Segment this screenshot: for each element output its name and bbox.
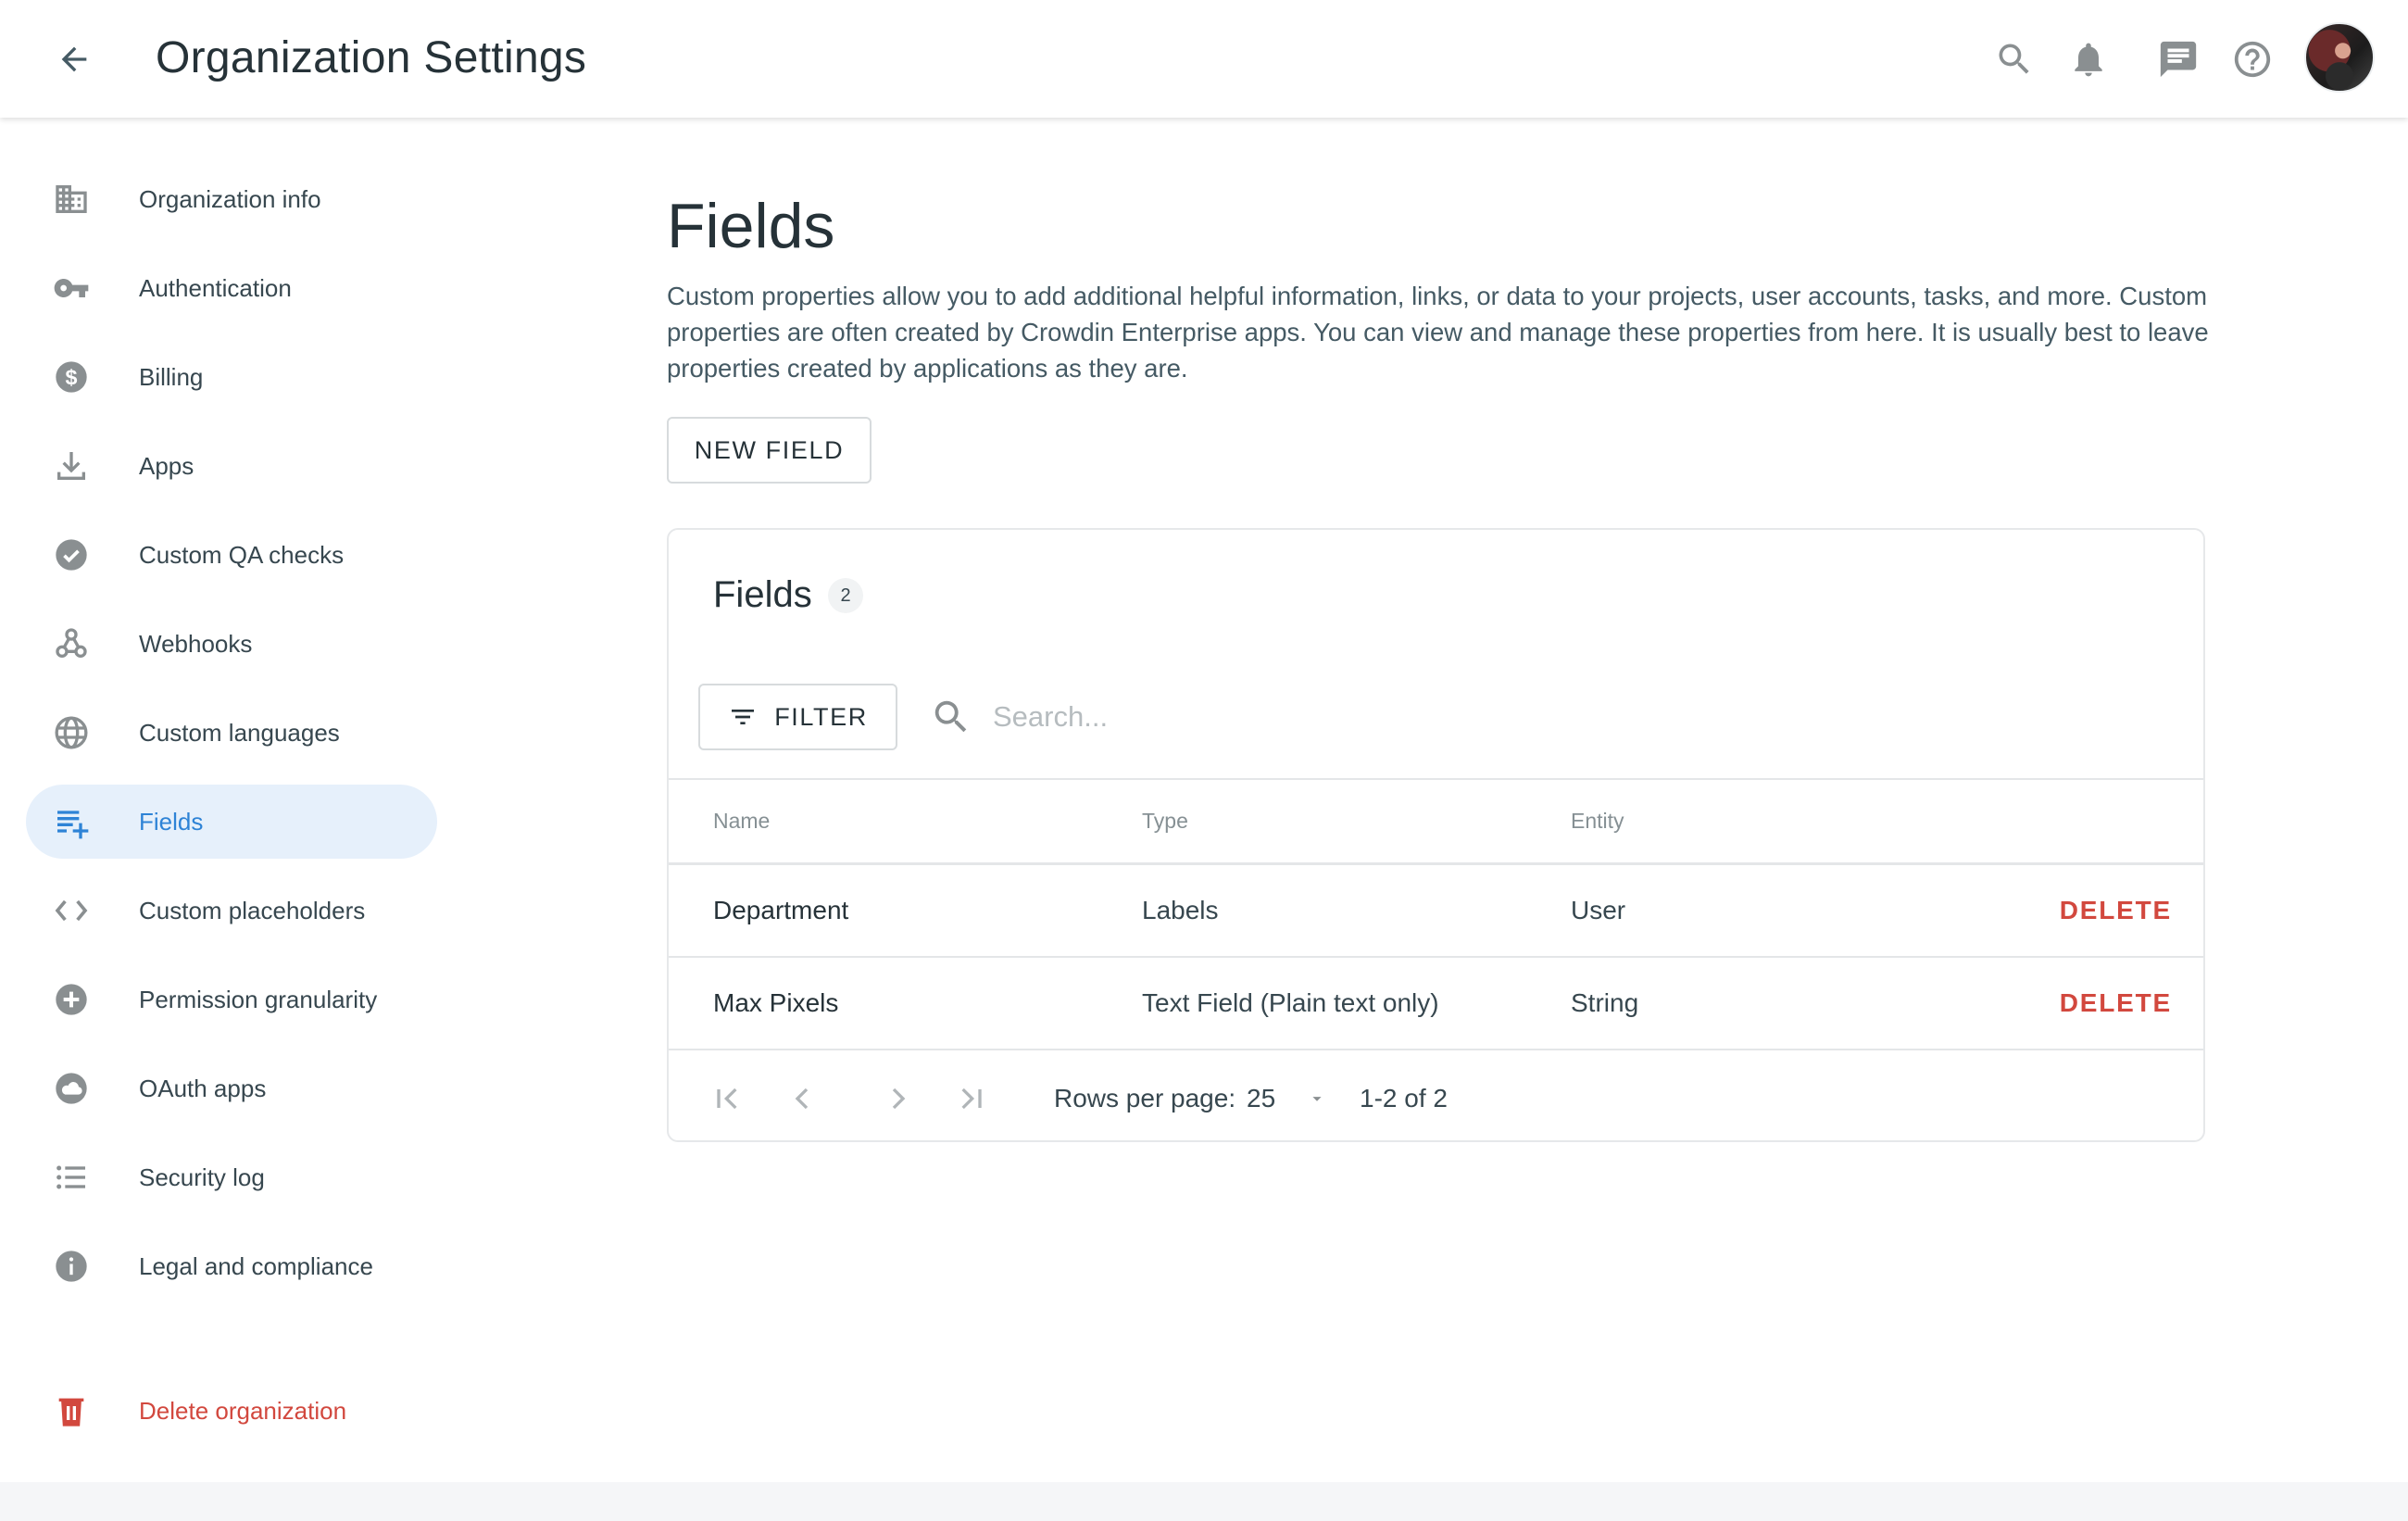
help-icon xyxy=(2234,41,2271,78)
building-icon xyxy=(53,181,90,218)
sidebar-item-webhooks[interactable]: Webhooks xyxy=(26,607,437,681)
back-arrow-icon xyxy=(61,46,87,72)
first-page-icon xyxy=(717,1087,737,1110)
search-icon xyxy=(1999,44,2029,74)
filter-button[interactable]: FILTER xyxy=(698,684,897,750)
sidebar-item-label: Custom QA checks xyxy=(139,540,345,569)
sidebar-item-label: Legal and compliance xyxy=(139,1251,373,1280)
playlist-add-icon xyxy=(53,803,90,840)
dollar-icon: $ xyxy=(53,358,90,396)
rows-per-page-label: Rows per page: xyxy=(1054,1084,1236,1112)
cloud-icon xyxy=(53,1070,90,1107)
sidebar-item-label: Custom languages xyxy=(139,718,340,747)
table-header-row: Name Type Entity xyxy=(669,778,2203,865)
delete-button[interactable]: DELETE xyxy=(2060,988,2172,1018)
sidebar-item-apps[interactable]: Apps xyxy=(26,429,437,503)
sidebar-item-custom-languages[interactable]: Custom languages xyxy=(26,696,437,770)
column-header-name[interactable]: Name xyxy=(713,809,770,834)
table-row: Max Pixels Text Field (Plain text only) … xyxy=(669,958,2203,1050)
search-button[interactable] xyxy=(1988,33,2040,85)
sidebar-item-authentication[interactable]: Authentication xyxy=(26,251,437,325)
sidebar-item-legal-and-compliance[interactable]: Legal and compliance xyxy=(26,1229,437,1303)
plus-circle-icon xyxy=(53,981,90,1018)
globe-icon xyxy=(53,714,90,751)
notifications-button[interactable] xyxy=(2063,33,2114,85)
field-type: Text Field (Plain text only) xyxy=(1142,988,1439,1017)
download-icon xyxy=(53,447,90,484)
page-title: Fields xyxy=(667,191,835,261)
back-button[interactable] xyxy=(48,33,100,85)
previous-page-button[interactable] xyxy=(780,1076,824,1121)
chevron-left-icon xyxy=(795,1087,809,1110)
next-page-button[interactable] xyxy=(876,1076,921,1121)
sidebar-item-oauth-apps[interactable]: OAuth apps xyxy=(26,1051,437,1125)
chevron-right-icon xyxy=(892,1087,906,1110)
code-icon xyxy=(53,892,90,929)
sidebar-item-custom-qa-checks[interactable]: Custom QA checks xyxy=(26,518,437,592)
sidebar-item-organization-info[interactable]: Organization info xyxy=(26,162,437,236)
top-app-bar: Organization Settings xyxy=(0,0,2408,118)
webhook-icon xyxy=(53,625,90,662)
new-field-button[interactable]: NEW FIELD xyxy=(667,417,872,484)
sidebar-item-label: OAuth apps xyxy=(139,1074,267,1102)
pagination-range: 1-2 of 2 xyxy=(1360,1084,1448,1112)
rows-per-page-value: 25 xyxy=(1247,1084,1276,1112)
page-description: Custom properties allow you to add addit… xyxy=(667,282,2209,383)
sidebar-item-label: Delete organization xyxy=(139,1396,347,1425)
svg-text:$: $ xyxy=(66,365,78,389)
search-icon xyxy=(934,700,967,733)
key-icon xyxy=(53,270,90,307)
sidebar-item-label: Permission granularity xyxy=(139,985,378,1013)
trash-icon xyxy=(53,1392,90,1429)
sidebar-item-label: Authentication xyxy=(139,273,292,302)
user-avatar[interactable] xyxy=(2304,22,2375,93)
sidebar-item-label: Security log xyxy=(139,1163,265,1191)
messages-button[interactable] xyxy=(2152,33,2204,85)
delete-button[interactable]: DELETE xyxy=(2060,896,2172,925)
sidebar-item-label: Billing xyxy=(139,362,204,391)
caret-down-icon xyxy=(1312,1097,1322,1101)
app-title: Organization Settings xyxy=(156,33,587,82)
field-entity: String xyxy=(1571,988,1639,1017)
filter-label: FILTER xyxy=(774,702,868,731)
first-page-button[interactable] xyxy=(706,1076,750,1121)
sidebar-item-label: Custom placeholders xyxy=(139,896,366,924)
field-name[interactable]: Max Pixels xyxy=(713,988,838,1018)
pagination: Rows per page: 25 1-2 of 2 xyxy=(669,1054,2203,1140)
fields-table: Name Type Entity Department Labels User … xyxy=(669,778,2203,1050)
column-header-type[interactable]: Type xyxy=(1142,809,1188,834)
bell-icon xyxy=(2075,43,2102,77)
last-page-button[interactable] xyxy=(948,1076,993,1121)
count-badge: 2 xyxy=(828,578,863,613)
sidebar-item-billing[interactable]: $ Billing xyxy=(26,340,437,414)
rows-per-page-select[interactable]: 25 xyxy=(1247,1084,1327,1113)
field-entity: User xyxy=(1571,896,1626,924)
sidebar-item-permission-granularity[interactable]: Permission granularity xyxy=(26,962,437,1037)
search-input[interactable] xyxy=(993,700,1641,734)
search-field[interactable] xyxy=(930,684,1763,750)
footer-strip xyxy=(0,1482,2408,1521)
column-header-entity[interactable]: Entity xyxy=(1571,809,1624,834)
last-page-icon xyxy=(961,1087,982,1110)
sidebar-item-delete-organization[interactable]: Delete organization xyxy=(26,1374,437,1448)
info-icon xyxy=(53,1248,90,1285)
table-row: Department Labels User DELETE xyxy=(669,865,2203,958)
sidebar-item-fields[interactable]: Fields xyxy=(26,785,437,859)
fields-card: Fields 2 FILTER Name Type Entity Departm… xyxy=(667,528,2205,1142)
sidebar-item-security-log[interactable]: Security log xyxy=(26,1140,437,1214)
settings-sidebar: Organization info Authentication $ Billi… xyxy=(0,118,454,1482)
list-icon xyxy=(53,1159,90,1196)
chat-icon xyxy=(2160,41,2197,78)
filter-icon xyxy=(732,710,755,724)
field-type: Labels xyxy=(1142,896,1219,924)
sidebar-item-label: Webhooks xyxy=(139,629,253,658)
sidebar-item-label: Fields xyxy=(139,807,204,836)
sidebar-item-label: Apps xyxy=(139,451,194,480)
card-title: Fields xyxy=(713,574,812,615)
sidebar-item-custom-placeholders[interactable]: Custom placeholders xyxy=(26,874,437,948)
field-name[interactable]: Department xyxy=(713,896,848,925)
help-button[interactable] xyxy=(2226,33,2278,85)
sidebar-item-label: Organization info xyxy=(139,184,321,213)
check-circle-icon xyxy=(53,536,90,573)
